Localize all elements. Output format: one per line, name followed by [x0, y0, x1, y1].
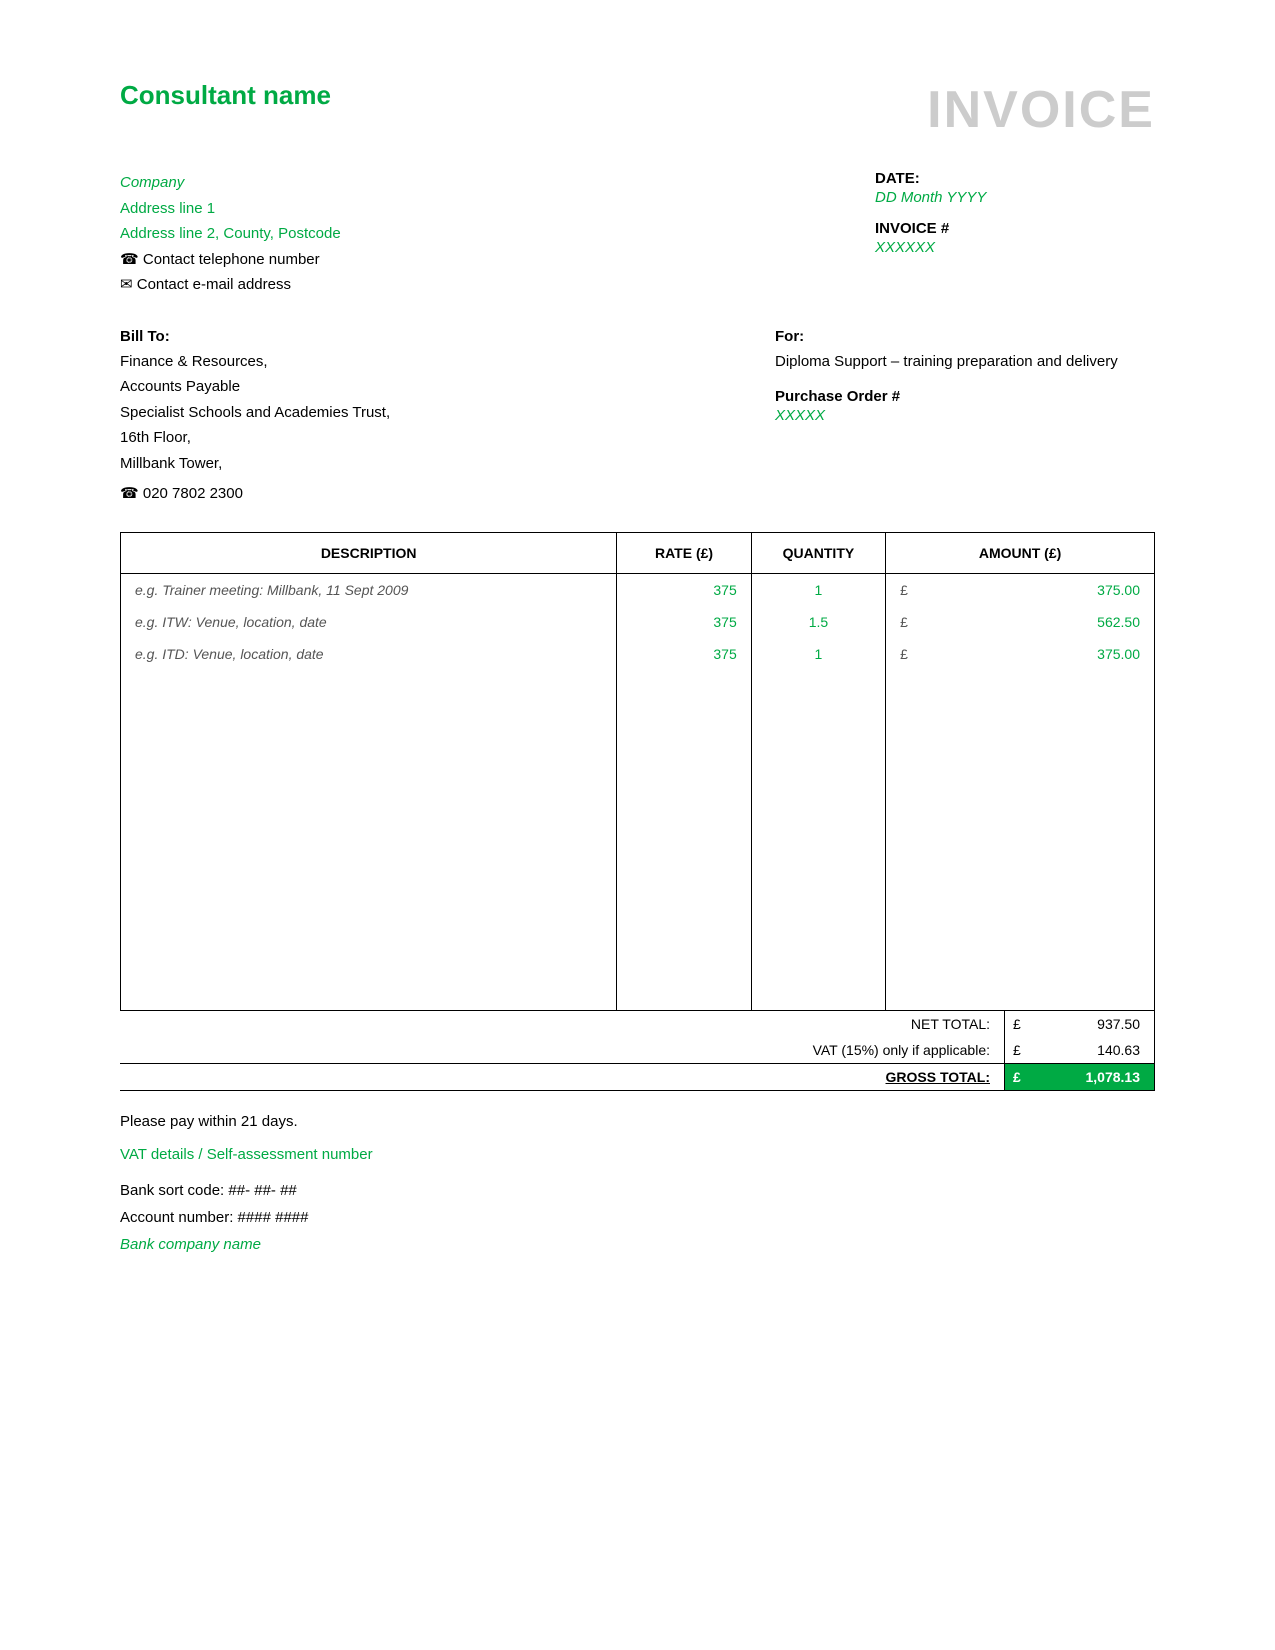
- gross-value: 1,078.13: [1035, 1063, 1155, 1090]
- empty-row: [121, 704, 1155, 738]
- address-right: DATE: DD Month YYYY INVOICE # XXXXXX: [875, 170, 1155, 298]
- vat-row: VAT (15%) only if applicable: £ 140.63: [120, 1037, 1155, 1064]
- footer-section: Please pay within 21 days. VAT details /…: [120, 1113, 1155, 1258]
- address-phone: ☎ Contact telephone number: [120, 247, 341, 273]
- table-header-row: DESCRIPTION RATE (£) QUANTITY AMOUNT (£): [121, 533, 1155, 574]
- account-number: Account number: #### ####: [120, 1204, 1155, 1231]
- row-description: e.g. Trainer meeting: Millbank, 11 Sept …: [121, 574, 617, 607]
- row-rate: 375: [617, 638, 751, 670]
- empty-row: [121, 738, 1155, 772]
- vat-details: VAT details / Self-assessment number: [120, 1146, 1155, 1163]
- invoice-hash-label: INVOICE #: [875, 220, 1155, 237]
- table-row: e.g. Trainer meeting: Millbank, 11 Sept …: [121, 574, 1155, 607]
- pay-within: Please pay within 21 days.: [120, 1113, 1155, 1130]
- bank-sort-code: Bank sort code: ##- ##- ##: [120, 1177, 1155, 1204]
- vat-currency: £: [1005, 1037, 1035, 1064]
- bill-line-1: Finance & Resources,: [120, 349, 440, 375]
- row-description: e.g. ITW: Venue, location, date: [121, 606, 617, 638]
- bill-to-content: Finance & Resources, Accounts Payable Sp…: [120, 349, 440, 477]
- invoice-hash-value: XXXXXX: [875, 239, 1155, 256]
- row-description: e.g. ITD: Venue, location, date: [121, 638, 617, 670]
- header-section: Consultant name INVOICE: [120, 80, 1155, 140]
- gross-row: GROSS TOTAL: £ 1,078.13: [120, 1063, 1155, 1090]
- invoice-table: DESCRIPTION RATE (£) QUANTITY AMOUNT (£)…: [120, 532, 1155, 1011]
- company-name: Company: [120, 170, 341, 196]
- row-quantity: 1: [751, 574, 885, 607]
- address-line1: Address line 1: [120, 196, 341, 222]
- net-value: 937.50: [1035, 1011, 1155, 1037]
- empty-row: [121, 670, 1155, 704]
- date-label: DATE:: [875, 170, 1155, 187]
- row-rate: 375: [617, 574, 751, 607]
- purchase-order-value: XXXXX: [775, 407, 1155, 424]
- empty-row: [121, 772, 1155, 806]
- totals-section: NET TOTAL: £ 937.50 VAT (15%) only if ap…: [120, 1011, 1155, 1091]
- bill-to: Bill To: Finance & Resources, Accounts P…: [120, 328, 440, 503]
- for-description: Diploma Support – training preparation a…: [775, 353, 1155, 370]
- phone-icon: ☎: [120, 251, 143, 268]
- empty-row: [121, 976, 1155, 1010]
- empty-row: [121, 908, 1155, 942]
- bank-company-name: Bank company name: [120, 1231, 1155, 1258]
- net-currency: £: [1005, 1011, 1035, 1037]
- header-amount: AMOUNT (£): [886, 533, 1155, 574]
- row-quantity: 1.5: [751, 606, 885, 638]
- bill-to-label: Bill To:: [120, 328, 440, 345]
- row-rate: 375: [617, 606, 751, 638]
- address-email: ✉ Contact e-mail address: [120, 272, 341, 298]
- address-left: Company Address line 1 Address line 2, C…: [120, 170, 341, 298]
- for-section: For: Diploma Support – training preparat…: [775, 328, 1155, 503]
- bank-details: Bank sort code: ##- ##- ## Account numbe…: [120, 1177, 1155, 1258]
- date-value: DD Month YYYY: [875, 189, 1155, 206]
- header-description: DESCRIPTION: [121, 533, 617, 574]
- empty-row: [121, 806, 1155, 840]
- invoice-title: INVOICE: [927, 80, 1155, 140]
- email-icon: ✉: [120, 276, 137, 293]
- row-amount: £ 375.00: [886, 574, 1155, 607]
- for-label: For:: [775, 328, 1155, 345]
- header-rate: RATE (£): [617, 533, 751, 574]
- vat-value: 140.63: [1035, 1037, 1155, 1064]
- bill-phone: ☎ 020 7802 2300: [120, 484, 440, 502]
- net-total-label: NET TOTAL:: [226, 1011, 1005, 1037]
- address-section: Company Address line 1 Address line 2, C…: [120, 170, 1155, 298]
- address-line2: Address line 2, County, Postcode: [120, 221, 341, 247]
- consultant-name: Consultant name: [120, 80, 331, 111]
- purchase-order-label: Purchase Order #: [775, 388, 1155, 405]
- vat-label: VAT (15%) only if applicable:: [226, 1037, 1005, 1064]
- bill-line-2: Accounts Payable: [120, 374, 440, 400]
- bill-for-section: Bill To: Finance & Resources, Accounts P…: [120, 328, 1155, 503]
- table-row: e.g. ITW: Venue, location, date 375 1.5 …: [121, 606, 1155, 638]
- net-total-row: NET TOTAL: £ 937.50: [120, 1011, 1155, 1037]
- empty-row: [121, 942, 1155, 976]
- gross-label: GROSS TOTAL:: [226, 1063, 1005, 1090]
- bill-line-3: Specialist Schools and Academies Trust,: [120, 400, 440, 426]
- empty-row: [121, 874, 1155, 908]
- row-quantity: 1: [751, 638, 885, 670]
- table-row: e.g. ITD: Venue, location, date 375 1 £ …: [121, 638, 1155, 670]
- empty-row: [121, 840, 1155, 874]
- bill-line-5: Millbank Tower,: [120, 451, 440, 477]
- row-amount: £ 562.50: [886, 606, 1155, 638]
- bill-line-4: 16th Floor,: [120, 425, 440, 451]
- gross-currency: £: [1005, 1063, 1035, 1090]
- header-quantity: QUANTITY: [751, 533, 885, 574]
- row-amount: £ 375.00: [886, 638, 1155, 670]
